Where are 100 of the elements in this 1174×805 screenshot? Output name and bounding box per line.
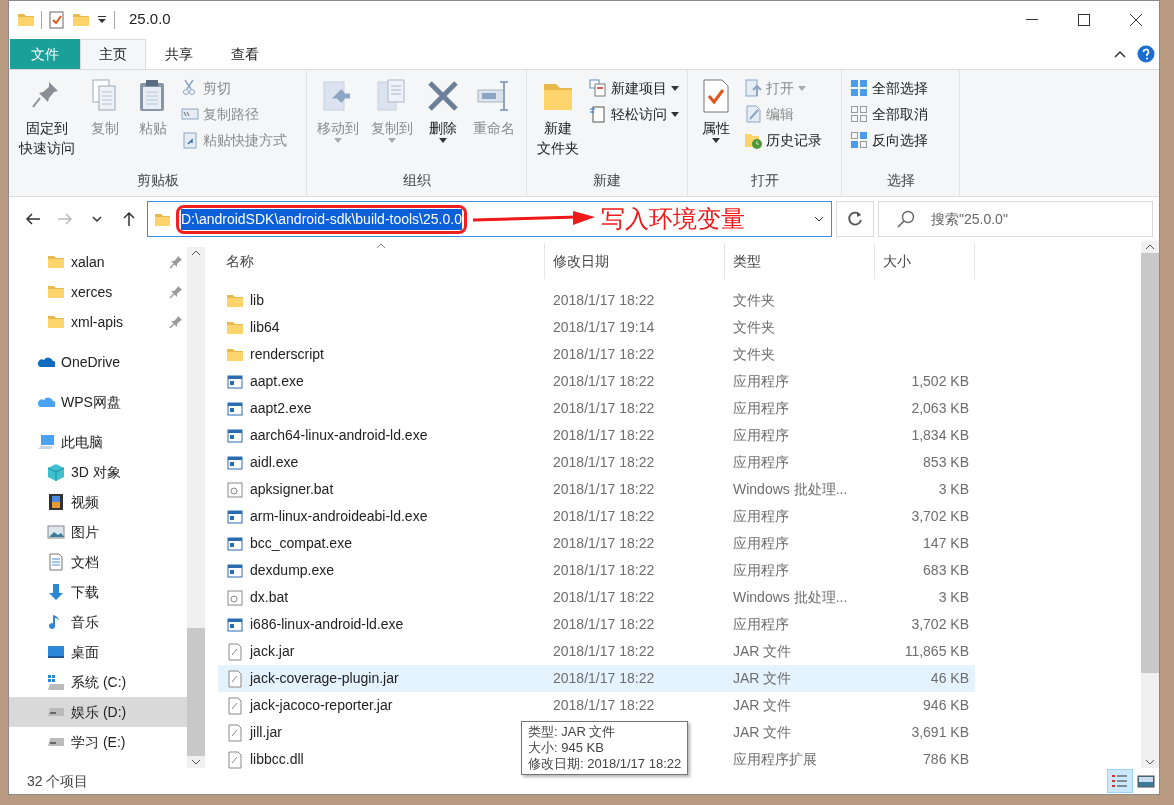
up-icon[interactable] — [121, 211, 137, 227]
file-name[interactable]: aapt2.exe — [250, 398, 312, 419]
nav-item[interactable]: xerces — [9, 277, 187, 307]
caret-icon — [334, 138, 342, 143]
ribbon-tab[interactable]: 主页 — [80, 39, 146, 69]
file-size: 46 KB — [930, 670, 969, 686]
date-modified: 2018/1/17 18:22 — [553, 535, 655, 551]
file-name[interactable]: jack-coverage-plugin.jar — [250, 668, 399, 689]
file-icon — [226, 696, 244, 715]
open-icon — [744, 79, 762, 97]
nav-item[interactable]: 桌面 — [9, 637, 187, 667]
ribbon-tab[interactable]: 查看 — [212, 39, 278, 69]
file-icon — [226, 669, 244, 688]
invert-selection-icon — [850, 131, 868, 149]
file-name[interactable]: lib64 — [250, 317, 280, 338]
file-name[interactable]: bcc_compat.exe — [250, 533, 352, 554]
window-icon — [226, 426, 244, 445]
ribbon-button[interactable]: 新建 文件夹 — [533, 74, 583, 170]
date-modified: 2018/1/17 18:22 — [553, 697, 655, 713]
nav-item[interactable]: xalan — [9, 247, 187, 277]
date-modified: 2018/1/17 18:22 — [553, 400, 655, 416]
file-name[interactable]: jill.jar — [250, 722, 282, 743]
file-name[interactable]: aarch64-linux-android-ld.exe — [250, 425, 428, 446]
drive-icon — [47, 673, 65, 691]
scrollbar-thumb[interactable] — [1141, 253, 1159, 673]
file-type: JAR 文件 — [733, 724, 792, 740]
search-field[interactable]: 搜索"25.0.0" — [878, 201, 1153, 237]
nav-item[interactable]: 文档 — [9, 547, 187, 577]
ribbon-button[interactable]: 属性 — [694, 74, 738, 170]
file-name[interactable]: renderscript — [250, 344, 324, 365]
column-header[interactable]: 类型 — [725, 243, 875, 279]
group-label: 组织 — [401, 171, 432, 190]
caret-icon — [388, 138, 396, 143]
search-icon — [897, 210, 915, 228]
nav-item[interactable]: 图片 — [9, 517, 187, 547]
ribbon-button[interactable]: 固定到 快速访问 — [15, 74, 79, 170]
nav-item[interactable]: xml-apis — [9, 307, 187, 337]
folder-icon — [47, 283, 65, 301]
help-icon[interactable] — [1137, 45, 1155, 63]
refresh-button[interactable] — [836, 201, 874, 237]
file-size: 786 KB — [923, 751, 969, 767]
file-icon — [226, 723, 244, 742]
nav-item[interactable]: 音乐 — [9, 607, 187, 637]
column-header[interactable]: 名称 — [218, 243, 545, 279]
details-view-icon — [1111, 774, 1129, 788]
maximize-icon — [1078, 13, 1090, 26]
nav-item[interactable]: 系统 (C:) — [9, 667, 187, 697]
file-name[interactable]: arm-linux-androideabi-ld.exe — [250, 506, 428, 527]
file-type: JAR 文件 — [733, 670, 792, 686]
film-icon — [47, 493, 65, 511]
group-label: 打开 — [749, 171, 780, 190]
file-name[interactable]: apksigner.bat — [250, 479, 334, 500]
column-header[interactable]: 修改日期 — [545, 243, 725, 279]
address-field[interactable]: D:\androidSDK\android-sdk\build-tools\25.0.0 写入环境变量 — [147, 201, 832, 237]
ribbon-button[interactable]: 轻松访问 — [587, 102, 681, 126]
file-size: 3,691 KB — [911, 724, 969, 740]
file-name[interactable]: aidl.exe — [250, 452, 299, 473]
caret-icon — [439, 138, 447, 143]
ribbon-button[interactable]: 历史记录 — [742, 128, 824, 152]
back-icon[interactable] — [25, 211, 41, 227]
file-size: 2,063 KB — [911, 400, 969, 416]
nav-item[interactable]: 3D 对象 — [9, 457, 187, 487]
nav-item[interactable]: 娱乐 (D:) — [9, 697, 187, 727]
file-name[interactable]: dexdump.exe — [250, 560, 335, 581]
column-header[interactable]: 大小 — [875, 243, 975, 279]
nav-item[interactable]: OneDrive — [9, 347, 187, 377]
nav-item[interactable]: 视频 — [9, 487, 187, 517]
nav-item[interactable]: 学习 (E:) — [9, 727, 187, 757]
nav-item[interactable]: WPS网盘 — [9, 387, 187, 417]
file-size: 11,865 KB — [904, 643, 969, 659]
file-name[interactable]: jack.jar — [250, 641, 295, 662]
file-icon — [226, 642, 244, 661]
folder-icon — [154, 211, 170, 227]
file-name[interactable]: aapt.exe — [250, 371, 304, 392]
ribbon-button[interactable]: 反向选择 — [848, 128, 930, 152]
ribbon-button[interactable]: 删除 — [421, 74, 465, 170]
file-type: JAR 文件 — [733, 643, 792, 659]
ribbon-button[interactable]: 全部取消 — [848, 102, 930, 126]
document-icon — [47, 553, 65, 571]
properties-icon[interactable] — [48, 10, 66, 29]
file-name[interactable]: dx.bat — [250, 587, 289, 608]
file-type: 应用程序 — [733, 373, 789, 389]
ribbon-button[interactable]: 新建项目 — [587, 76, 681, 100]
file-name[interactable]: jack-jacoco-reporter.jar — [250, 695, 393, 716]
file-name[interactable]: i686-linux-android-ld.exe — [250, 614, 404, 635]
view-button[interactable] — [1107, 769, 1133, 793]
file-type: 文件夹 — [733, 319, 775, 335]
nav-item[interactable]: 下载 — [9, 577, 187, 607]
file-name[interactable]: lib — [250, 290, 264, 311]
ribbon-tab[interactable]: 共享 — [146, 39, 212, 69]
folder-icon — [47, 313, 65, 331]
ribbon-button[interactable]: 全部选择 — [848, 76, 930, 100]
scrollbar-thumb[interactable] — [187, 628, 205, 756]
desktop-icon — [47, 643, 65, 661]
nav-item[interactable]: 此电脑 — [9, 427, 187, 457]
file-type: 应用程序 — [733, 562, 789, 578]
window-icon — [226, 534, 244, 553]
file-type: 文件夹 — [733, 292, 775, 308]
file-name[interactable]: libbcc.dll — [250, 749, 304, 770]
group-label: 剪贴板 — [135, 171, 180, 190]
